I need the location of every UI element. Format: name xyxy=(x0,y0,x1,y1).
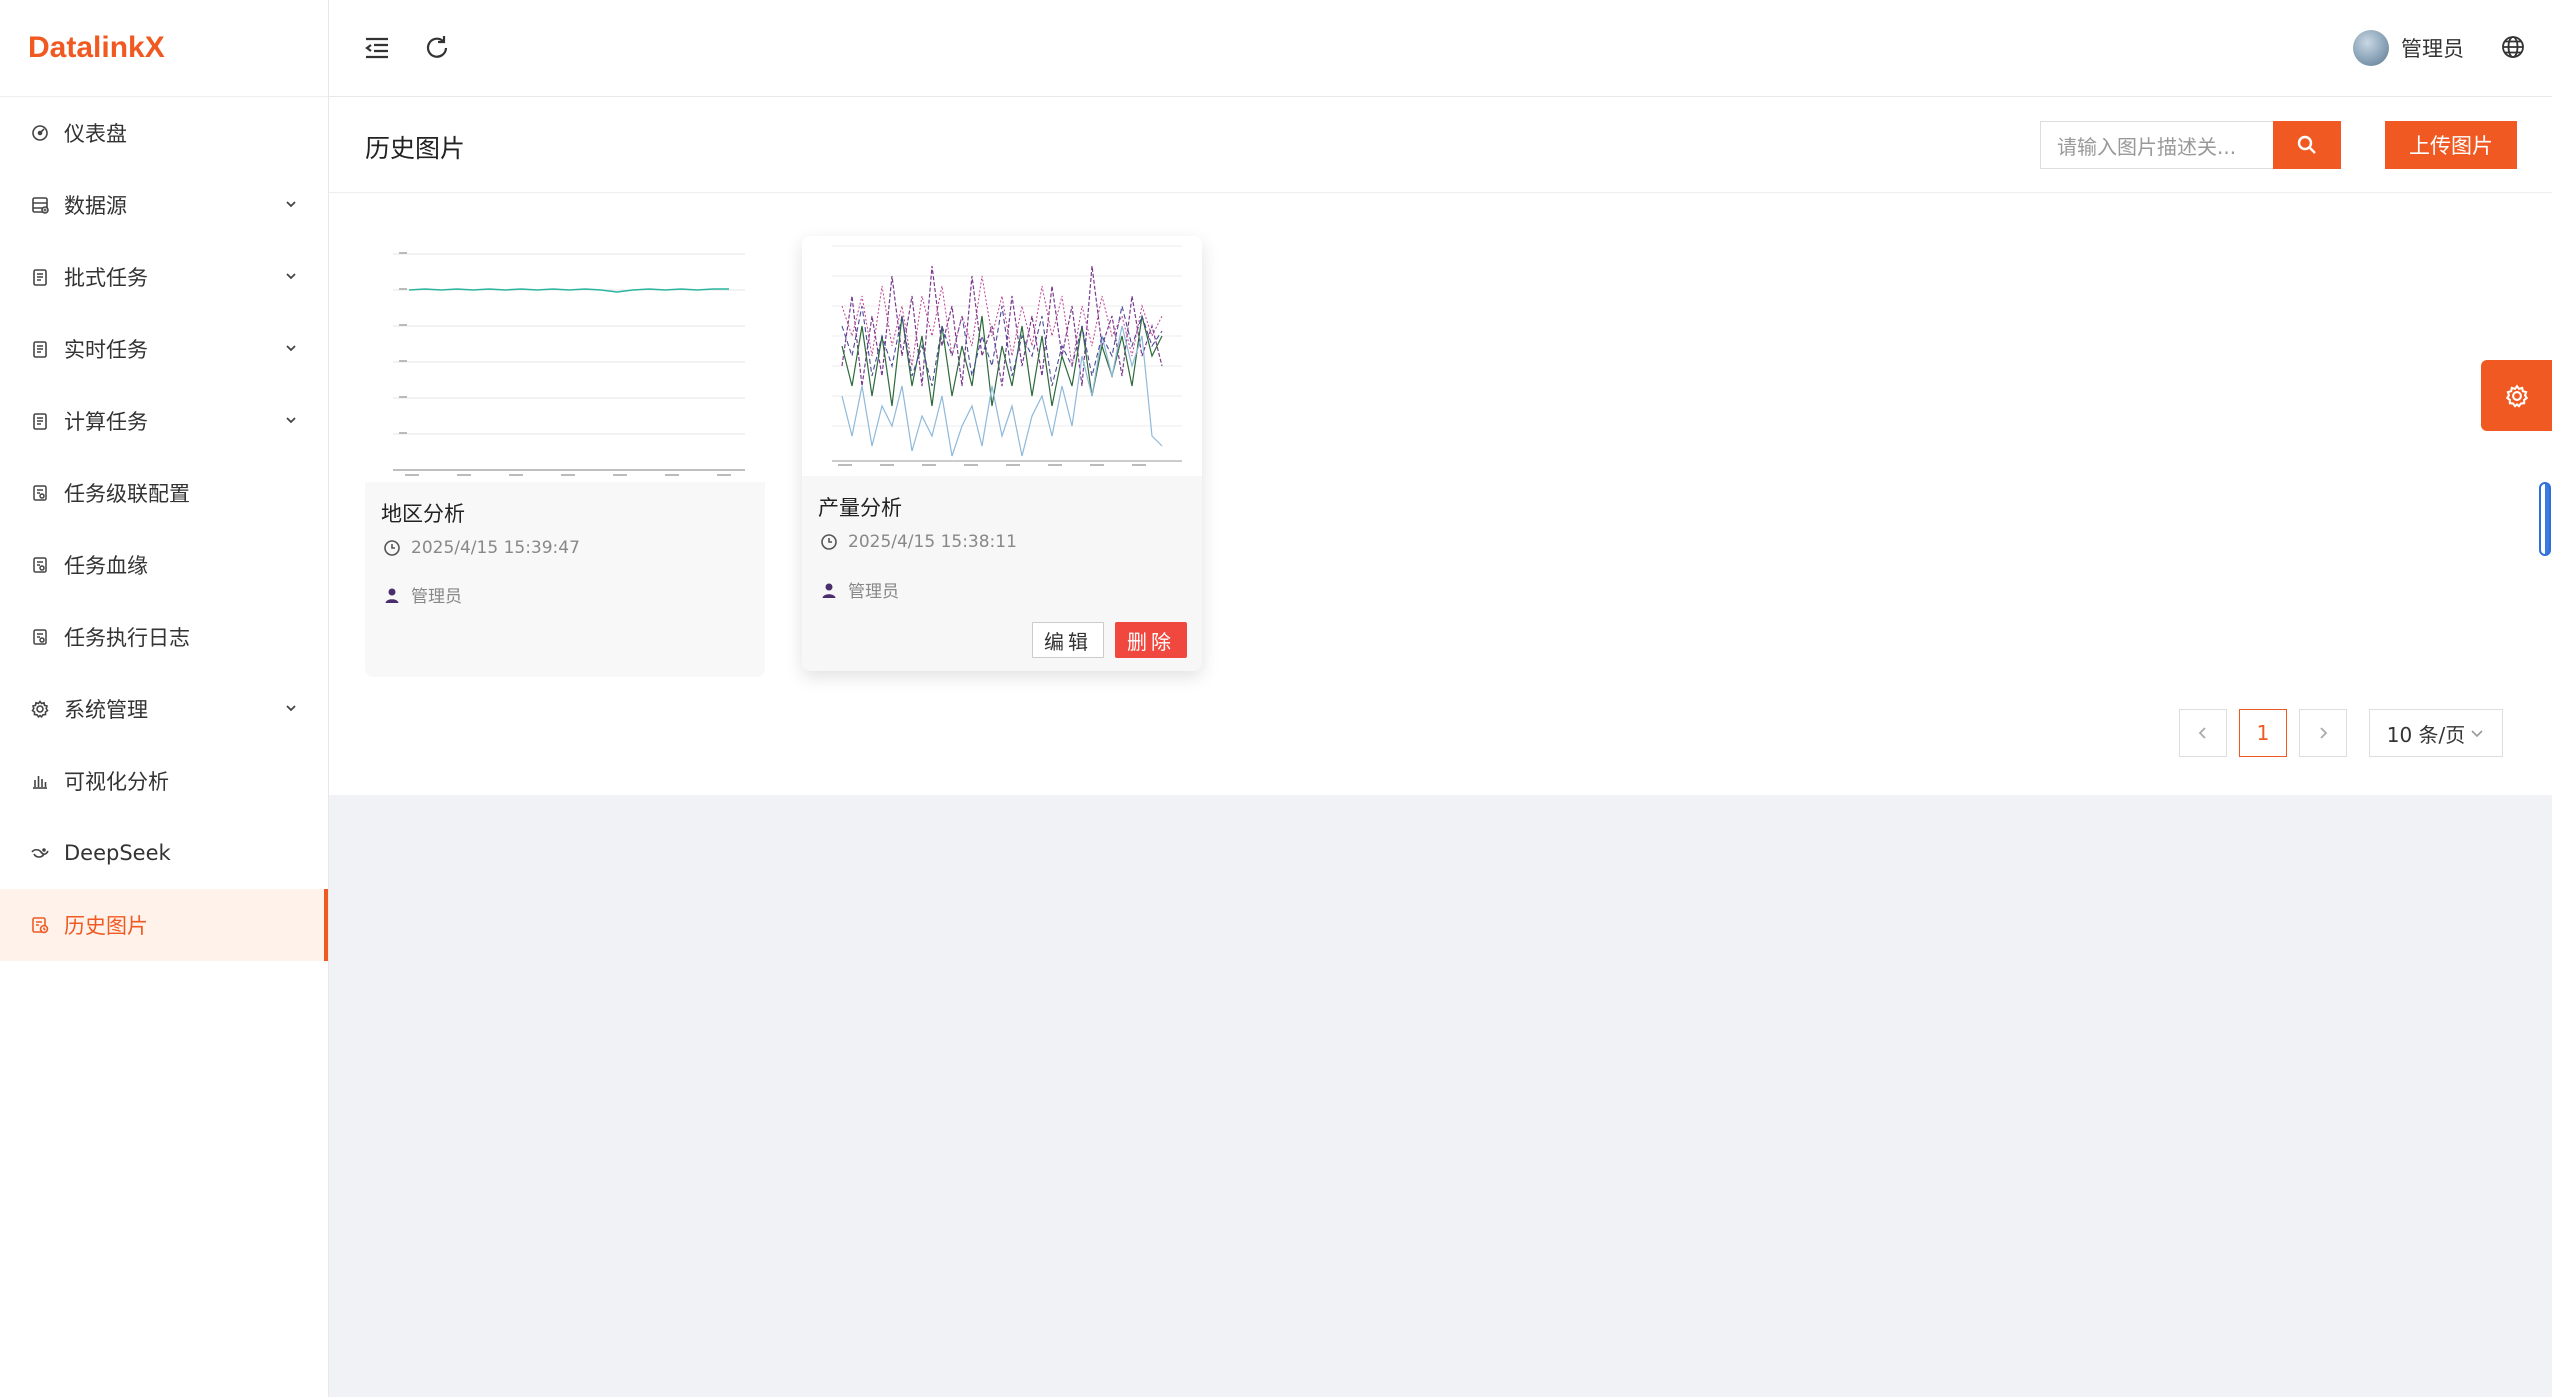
top-header: 管理员 xyxy=(329,0,2552,97)
delete-button[interactable]: 删除 xyxy=(1115,622,1187,658)
deepseek-icon xyxy=(28,841,52,865)
sidebar-item-deepseek[interactable]: DeepSeek xyxy=(0,817,328,889)
menu-collapse-button[interactable] xyxy=(359,30,395,66)
card-owner-text: 管理员 xyxy=(411,587,462,607)
sidebar-item-task-log[interactable]: 任务执行日志 xyxy=(0,601,328,673)
chart-thumbnail xyxy=(802,236,1202,476)
sidebar-item-visual-analysis[interactable]: 可视化分析 xyxy=(0,745,328,817)
sidebar-item-task-cascade[interactable]: 任务级联配置 xyxy=(0,457,328,529)
card-owner: 管理员 xyxy=(383,582,462,607)
search-button[interactable] xyxy=(2273,121,2341,169)
datasource-icon xyxy=(28,193,52,217)
sidebar-item-label: 任务血缘 xyxy=(64,554,148,578)
search-placeholder: 请输入图片描述关... xyxy=(2057,134,2237,159)
chevron-right-icon xyxy=(2320,727,2328,739)
sidebar-item-compute-task[interactable]: 计算任务 xyxy=(0,385,328,457)
sidebar-item-datasource[interactable]: 数据源 xyxy=(0,169,328,241)
card-owner-text: 管理员 xyxy=(848,582,899,602)
sidebar-item-label: 任务级联配置 xyxy=(64,482,190,506)
sidebar: DatalinkX 仪表盘 数据源 批式任务 实时任务 计算任务 任务级联配置 … xyxy=(0,0,329,1397)
user-menu[interactable]: 管理员 xyxy=(2353,30,2464,66)
sidebar-item-system[interactable]: 系统管理 xyxy=(0,673,328,745)
edit-button[interactable]: 编辑 xyxy=(1032,622,1104,658)
pagination-prev-button[interactable] xyxy=(2179,709,2227,757)
card-title: 产量分析 xyxy=(818,496,902,520)
gear-icon xyxy=(28,697,52,721)
chevron-down-icon xyxy=(286,345,296,352)
search-icon xyxy=(2297,135,2316,154)
indent-icon xyxy=(365,37,388,59)
toolbar: 历史图片 请输入图片描述关... 上传图片 xyxy=(329,97,2552,193)
clock-icon xyxy=(821,534,837,550)
pagination-page-1[interactable]: 1 xyxy=(2239,709,2287,757)
sidebar-item-task-lineage[interactable]: 任务血缘 xyxy=(0,529,328,601)
app-root: DatalinkX 仪表盘 数据源 批式任务 实时任务 计算任务 任务级联配置 … xyxy=(0,0,2552,1397)
document-icon xyxy=(28,481,52,505)
brand-name: DatalinkX xyxy=(28,31,165,64)
chevron-down-icon xyxy=(2471,730,2483,738)
card-owner: 管理员 xyxy=(820,577,899,602)
sidebar-menu: 仪表盘 数据源 批式任务 实时任务 计算任务 任务级联配置 任务血缘 任务执行日… xyxy=(0,97,328,961)
card-time: 2025/4/15 15:39:47 xyxy=(383,538,580,558)
picture-card[interactable]: 地区分析 2025/4/15 15:39:47 管理员 xyxy=(365,242,765,677)
sidebar-item-picture-history[interactable]: 历史图片 xyxy=(0,889,328,961)
picture-card[interactable]: 产量分析 2025/4/15 15:38:11 管理员 编辑 删除 xyxy=(802,236,1202,671)
page-size-value: 10 条/页 xyxy=(2386,722,2466,747)
document-icon xyxy=(28,553,52,577)
sidebar-item-label: 历史图片 xyxy=(64,914,148,938)
chevron-down-icon xyxy=(286,705,296,712)
chart-thumbnail xyxy=(365,242,765,482)
clipboard-icon xyxy=(28,409,52,433)
sidebar-item-label: 系统管理 xyxy=(64,698,148,722)
card-time-text: 2025/4/15 15:38:11 xyxy=(848,532,1017,552)
sidebar-item-label: 数据源 xyxy=(64,194,127,218)
chevron-down-icon xyxy=(286,417,296,424)
picture-history-icon xyxy=(28,913,52,937)
sidebar-item-label: 实时任务 xyxy=(64,338,148,362)
sidebar-item-label: 批式任务 xyxy=(64,266,148,290)
avatar xyxy=(2353,30,2389,66)
chevron-down-icon xyxy=(286,273,296,280)
user-icon xyxy=(822,583,836,598)
sidebar-item-label: DeepSeek xyxy=(64,841,171,865)
pagination-next-button[interactable] xyxy=(2299,709,2347,757)
upload-picture-button[interactable]: 上传图片 xyxy=(2385,121,2517,169)
sidebar-item-label: 仪表盘 xyxy=(64,122,127,146)
search-input[interactable]: 请输入图片描述关... xyxy=(2040,121,2273,169)
globe-icon[interactable] xyxy=(2498,32,2528,62)
document-icon xyxy=(28,625,52,649)
dashboard-icon xyxy=(28,121,52,145)
settings-button[interactable] xyxy=(2481,360,2552,431)
sidebar-item-label: 计算任务 xyxy=(64,410,148,434)
page-title: 历史图片 xyxy=(365,134,466,163)
page-size-select[interactable]: 10 条/页 xyxy=(2369,709,2503,757)
refresh-icon xyxy=(426,36,448,58)
user-name: 管理员 xyxy=(2401,37,2464,61)
card-time-text: 2025/4/15 15:39:47 xyxy=(411,538,580,558)
sidebar-item-realtime-task[interactable]: 实时任务 xyxy=(0,313,328,385)
sidebar-item-label: 任务执行日志 xyxy=(64,626,190,650)
bar-chart-icon xyxy=(28,769,52,793)
main-content: 历史图片 请输入图片描述关... 上传图片 地区分析 2025/4/15 15:… xyxy=(329,97,2552,795)
scrollbar-thumb[interactable] xyxy=(2539,482,2551,556)
sidebar-item-batch-task[interactable]: 批式任务 xyxy=(0,241,328,313)
sidebar-item-label: 可视化分析 xyxy=(64,770,169,794)
chevron-left-icon xyxy=(2198,727,2206,739)
gear-icon xyxy=(2505,384,2528,408)
refresh-button[interactable] xyxy=(419,30,455,66)
sidebar-item-dashboard[interactable]: 仪表盘 xyxy=(0,97,328,169)
clock-icon xyxy=(384,540,400,556)
card-time: 2025/4/15 15:38:11 xyxy=(820,532,1017,552)
logo[interactable]: DatalinkX xyxy=(0,0,328,97)
chevron-down-icon xyxy=(286,201,296,208)
user-icon xyxy=(385,588,399,603)
clipboard-icon xyxy=(28,337,52,361)
card-title: 地区分析 xyxy=(381,502,465,526)
clipboard-icon xyxy=(28,265,52,289)
